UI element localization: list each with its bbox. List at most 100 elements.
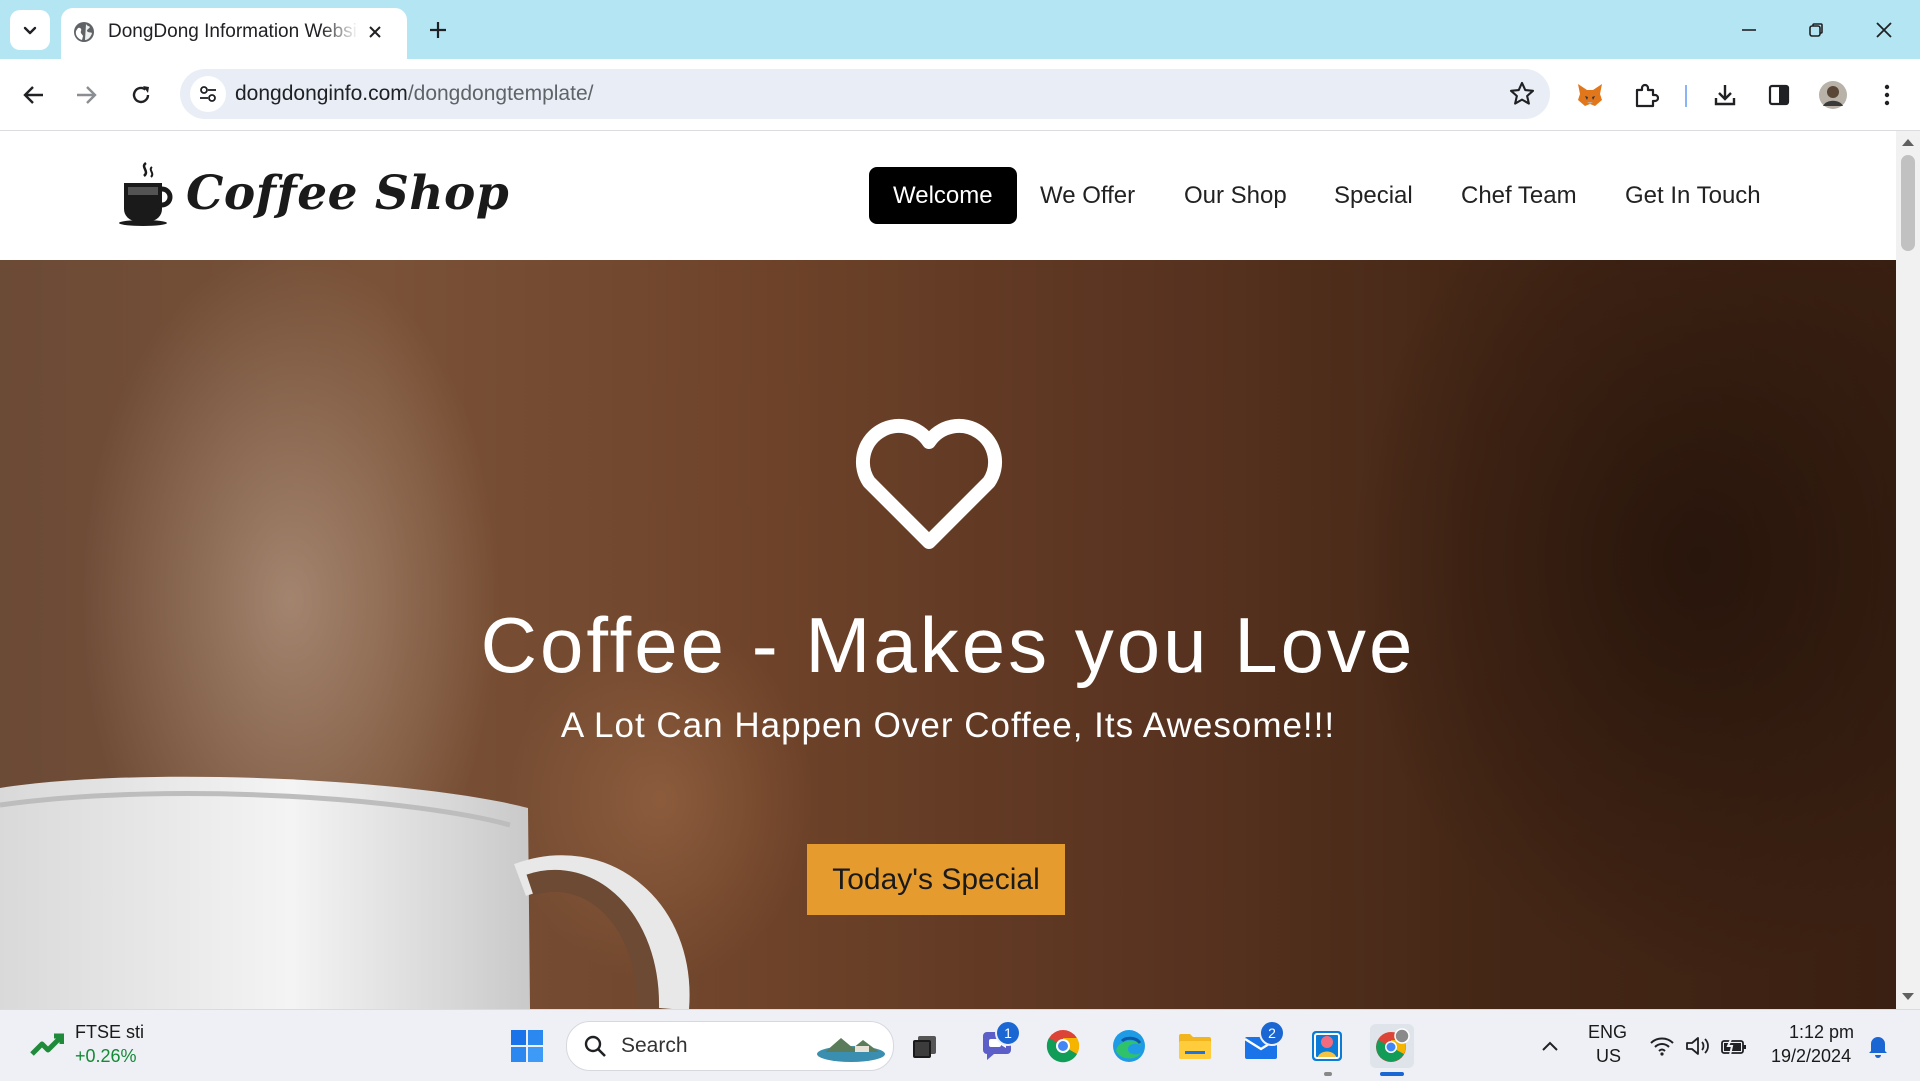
hero-subtitle: A Lot Can Happen Over Coffee, Its Awesom…: [560, 706, 1336, 745]
metamask-extension-button[interactable]: [1570, 75, 1610, 115]
language-indicator[interactable]: ENG: [1588, 1022, 1627, 1043]
mail-badge: 2: [1259, 1020, 1285, 1046]
region-indicator[interactable]: US: [1596, 1046, 1621, 1067]
windows-logo-icon: [511, 1030, 543, 1062]
stock-trend-icon[interactable]: [30, 1032, 64, 1058]
clock-time[interactable]: 1:12 pm: [1789, 1022, 1854, 1043]
file-explorer-button[interactable]: [1173, 1024, 1217, 1068]
side-panel-button[interactable]: [1759, 75, 1799, 115]
site-logo-text[interactable]: Coffee Shop: [186, 166, 509, 221]
scroll-up-arrow-icon[interactable]: [1902, 139, 1914, 146]
show-hidden-icons-button[interactable]: [1528, 1024, 1572, 1068]
bell-icon: [1869, 1037, 1887, 1058]
nav-welcome[interactable]: Welcome: [869, 167, 1017, 224]
downloads-button[interactable]: [1705, 75, 1745, 115]
download-icon: [1714, 85, 1736, 106]
photos-icon: [1312, 1031, 1342, 1061]
forward-button[interactable]: [66, 75, 106, 115]
minimize-button[interactable]: [1722, 8, 1776, 52]
minimize-icon: [1742, 29, 1756, 31]
browser-tab-active[interactable]: DongDong Information Website: [61, 8, 407, 59]
puzzle-icon: [1635, 83, 1659, 108]
plus-icon: [430, 22, 446, 38]
battery-charging-icon: [1721, 1036, 1746, 1056]
more-vertical-icon: [1884, 84, 1890, 106]
teams-chat-button[interactable]: 1: [975, 1020, 1021, 1068]
folder-icon: [1179, 1034, 1211, 1059]
side-panel-icon: [1768, 84, 1790, 106]
tab-title: DongDong Information Website: [108, 21, 358, 42]
site-info-button[interactable]: [190, 76, 226, 112]
chrome-taskbar-button[interactable]: [1041, 1024, 1085, 1068]
chevron-down-icon: [23, 26, 37, 35]
url-text: dongdonginfo.com/dongdongtemplate/: [235, 82, 593, 106]
back-button[interactable]: [14, 75, 54, 115]
coffee-cup-logo-icon[interactable]: [116, 161, 176, 227]
landscape-icon: [817, 1038, 885, 1062]
hero-banner: Coffee - Makes you Love A Lot Can Happen…: [0, 260, 1896, 1009]
task-view-button[interactable]: [903, 1024, 947, 1068]
photos-app-button[interactable]: [1305, 1024, 1349, 1068]
scroll-down-arrow-icon[interactable]: [1902, 993, 1914, 1000]
nav-our-shop[interactable]: Our Shop: [1184, 167, 1287, 224]
tab-close-button[interactable]: [361, 18, 389, 46]
address-bar[interactable]: dongdonginfo.com/dongdongtemplate/: [180, 69, 1550, 119]
web-page: Coffee Shop Welcome We Offer Our Shop Sp…: [0, 131, 1896, 1009]
battery-button[interactable]: [1712, 1024, 1756, 1068]
close-icon: [369, 26, 381, 38]
menu-button[interactable]: [1867, 75, 1907, 115]
restore-button[interactable]: [1789, 8, 1843, 52]
speaker-icon: [1686, 1037, 1709, 1055]
chrome-active-window-button[interactable]: [1370, 1024, 1414, 1068]
chevron-up-icon: [1542, 1041, 1558, 1051]
mail-button[interactable]: 2: [1239, 1020, 1285, 1068]
bookmark-star-icon[interactable]: [1508, 80, 1536, 108]
edge-taskbar-button[interactable]: [1107, 1024, 1151, 1068]
reload-icon: [132, 86, 150, 104]
toolbar-divider: [1685, 85, 1687, 107]
clock-date[interactable]: 19/2/2024: [1771, 1046, 1851, 1067]
hero-title: Coffee - Makes you Love: [480, 601, 1416, 689]
page-scrollbar[interactable]: [1896, 131, 1920, 1009]
avatar: [1819, 81, 1847, 109]
scrollbar-thumb[interactable]: [1901, 155, 1915, 251]
new-tab-button[interactable]: [422, 14, 454, 46]
task-view-icon: [913, 1036, 936, 1058]
site-header: Coffee Shop Welcome We Offer Our Shop Sp…: [0, 131, 1896, 260]
close-window-button[interactable]: [1857, 8, 1911, 52]
todays-special-button[interactable]: Today's Special: [807, 844, 1065, 915]
heart-icon: [855, 418, 1003, 549]
close-icon: [1876, 22, 1892, 38]
running-app-indicator: [1324, 1072, 1332, 1076]
nav-get-in-touch[interactable]: Get In Touch: [1625, 167, 1761, 224]
url-domain: dongdonginfo.com: [235, 82, 408, 105]
nav-chef-team[interactable]: Chef Team: [1461, 167, 1577, 224]
notifications-button[interactable]: [1856, 1024, 1900, 1068]
nav-special[interactable]: Special: [1334, 167, 1413, 224]
search-label: Search: [621, 1034, 688, 1057]
tune-icon: [200, 86, 216, 102]
arrow-right-icon: [77, 86, 97, 104]
url-path: /dongdongtemplate/: [407, 82, 594, 105]
tab-search-button[interactable]: [10, 10, 50, 50]
chrome-icon: [1046, 1030, 1080, 1063]
windows-taskbar: FTSE sti +0.26% Search 1 2 ENG US 1:12 p…: [0, 1009, 1920, 1081]
active-app-indicator: [1380, 1072, 1404, 1076]
extensions-button[interactable]: [1626, 75, 1666, 115]
edge-icon: [1113, 1030, 1145, 1062]
browser-tab-bar: DongDong Information Website: [0, 0, 1920, 59]
fox-icon: [1578, 84, 1602, 106]
arrow-left-icon: [23, 86, 43, 104]
globe-icon: [74, 22, 94, 42]
chrome-profile-icon: [1376, 1028, 1410, 1062]
profile-button[interactable]: [1813, 75, 1853, 115]
stock-name[interactable]: FTSE sti: [75, 1022, 144, 1043]
nav-we-offer[interactable]: We Offer: [1040, 167, 1135, 224]
search-icon: [584, 1035, 606, 1057]
start-button[interactable]: [505, 1024, 549, 1068]
wifi-icon: [1650, 1037, 1674, 1056]
reload-button[interactable]: [121, 75, 161, 115]
stock-change[interactable]: +0.26%: [75, 1046, 137, 1067]
browser-toolbar: dongdonginfo.com/dongdongtemplate/: [0, 59, 1920, 131]
taskbar-search-box[interactable]: Search: [566, 1021, 894, 1071]
